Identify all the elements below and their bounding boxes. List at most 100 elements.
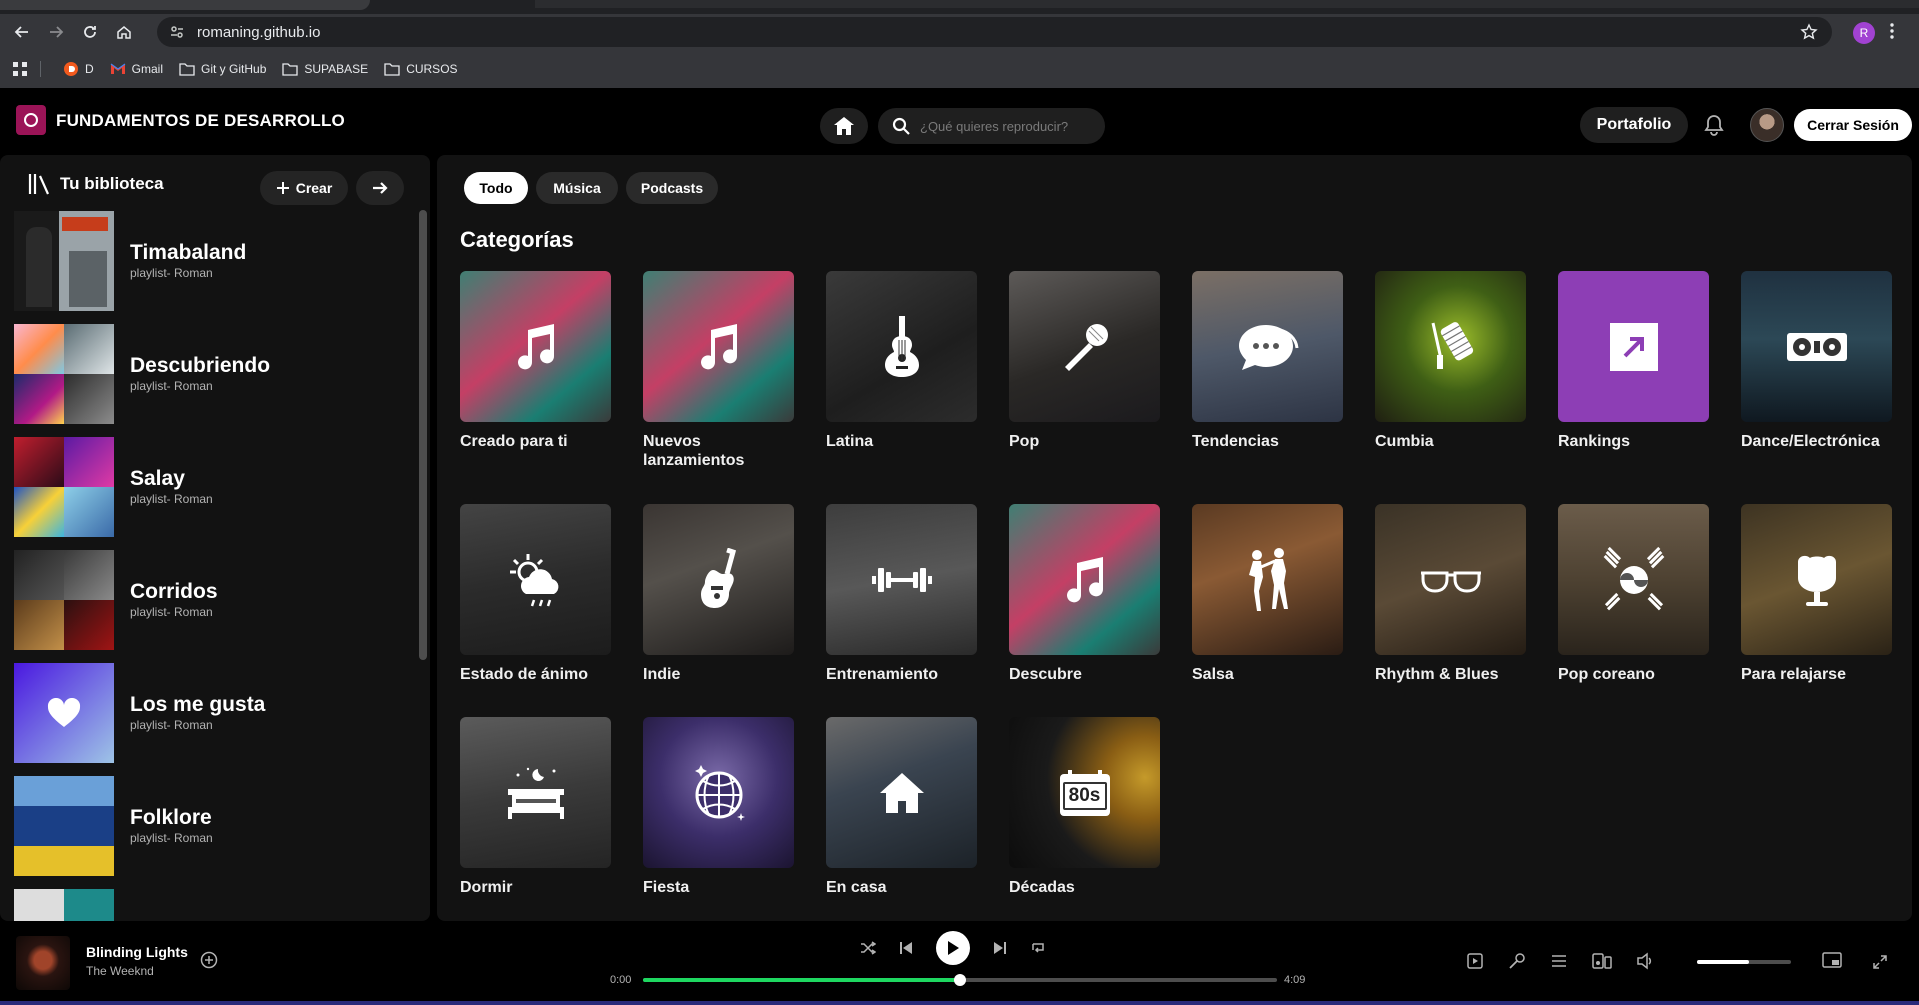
category-card[interactable]: Cumbia: [1375, 271, 1526, 451]
category-card[interactable]: Pop: [1009, 271, 1160, 451]
now-playing-title[interactable]: Blinding Lights: [86, 944, 188, 960]
filter-chip-podcasts[interactable]: Podcasts: [626, 172, 718, 204]
browser-tab-inactive[interactable]: [535, 0, 1919, 8]
category-card[interactable]: Salsa: [1192, 504, 1343, 684]
egg-chair-icon: [1797, 555, 1836, 606]
playlist-item[interactable]: Timabaland playlist- Roman: [14, 211, 414, 311]
browser-profile-avatar[interactable]: R: [1853, 22, 1875, 44]
plus-icon: [276, 182, 289, 194]
reload-icon[interactable]: [73, 15, 107, 49]
search-bar[interactable]: [878, 108, 1105, 144]
category-card[interactable]: Latina: [826, 271, 977, 451]
music-note-icon: [1066, 556, 1103, 602]
apps-grid-icon[interactable]: [12, 61, 47, 77]
home-browser-icon[interactable]: [107, 15, 141, 49]
playlist-item[interactable]: Folklore playlist- Roman: [14, 776, 414, 876]
app-logo[interactable]: [16, 105, 46, 135]
weather-icon: [509, 553, 558, 606]
bookmark-gmail[interactable]: Gmail: [110, 62, 163, 76]
category-card[interactable]: Creado para ti: [460, 271, 611, 451]
fullscreen-icon[interactable]: [1872, 954, 1888, 970]
user-avatar[interactable]: [1750, 108, 1784, 142]
disco-ball-icon: [694, 764, 745, 821]
filter-chip-todo[interactable]: Todo: [464, 172, 528, 204]
now-playing-artist[interactable]: The Weeknd: [86, 964, 154, 978]
category-card[interactable]: Descubre: [1009, 504, 1160, 684]
connect-device-icon[interactable]: [1592, 952, 1612, 970]
home-button[interactable]: [820, 108, 868, 144]
playlist-name: Los me gusta: [130, 693, 266, 716]
sidebar-scrollbar[interactable]: [419, 210, 427, 660]
turntable-icon: [1786, 332, 1847, 361]
url-text[interactable]: romaning.github.io: [197, 24, 320, 41]
playlist-owner: playlist- Roman: [130, 492, 213, 506]
bell-icon[interactable]: [1704, 114, 1724, 136]
address-bar[interactable]: romaning.github.io: [157, 17, 1832, 47]
now-playing-cover[interactable]: [16, 936, 70, 990]
category-label: Dance/Electrónica: [1741, 433, 1880, 450]
back-icon[interactable]: [5, 15, 39, 49]
volume-fill: [1697, 960, 1749, 964]
category-card[interactable]: Rankings: [1558, 271, 1709, 451]
bookmark-star-icon[interactable]: [1800, 23, 1818, 41]
library-header[interactable]: Tu biblioteca: [28, 173, 164, 195]
bookmark-git-y-github[interactable]: Git y GitHub: [179, 62, 266, 76]
miniplayer-icon[interactable]: [1822, 952, 1842, 968]
category-label: Estado de ánimo: [460, 666, 589, 683]
category-card[interactable]: 80s Décadas: [1009, 717, 1160, 897]
previous-track-icon[interactable]: [898, 940, 914, 956]
category-card[interactable]: Pop coreano: [1558, 504, 1709, 684]
category-card[interactable]: Dormir: [460, 717, 611, 897]
playlist-cover: [14, 437, 114, 537]
volume-icon[interactable]: [1636, 952, 1654, 970]
add-to-library-icon[interactable]: [200, 951, 218, 969]
home-icon: [834, 117, 854, 135]
category-card[interactable]: Para relajarse: [1741, 504, 1892, 684]
category-card[interactable]: Tendencias: [1192, 271, 1343, 451]
expand-library-button[interactable]: [356, 171, 404, 205]
volume-slider[interactable]: [1697, 960, 1791, 964]
forward-icon[interactable]: [39, 15, 73, 49]
playlist-item[interactable]: Descubriendo playlist- Roman: [14, 324, 414, 424]
category-card[interactable]: Rhythm & Blues: [1375, 504, 1526, 684]
browser-menu-icon[interactable]: [1890, 22, 1894, 40]
playlist-item[interactable]: Salay playlist- Roman: [14, 437, 414, 537]
category-label: Descubre: [1009, 666, 1082, 683]
progress-bar[interactable]: [643, 974, 1277, 986]
next-track-icon[interactable]: [992, 940, 1008, 956]
category-card[interactable]: Indie: [643, 504, 794, 684]
now-playing-view-icon[interactable]: [1466, 952, 1484, 970]
main-content: Todo Música Podcasts Categorías Creado p…: [437, 155, 1912, 921]
bookmark-cursos[interactable]: CURSOS: [384, 62, 458, 76]
logout-button[interactable]: Cerrar Sesión: [1794, 109, 1912, 141]
category-card[interactable]: En casa: [826, 717, 977, 897]
bookmark-supabase[interactable]: SUPABASE: [282, 62, 368, 76]
play-button[interactable]: [936, 931, 970, 965]
search-icon: [892, 117, 910, 135]
shuffle-icon[interactable]: [860, 940, 876, 956]
category-card[interactable]: Fiesta: [643, 717, 794, 897]
bookmark-d[interactable]: D: [63, 61, 94, 77]
create-button[interactable]: Crear: [260, 171, 348, 205]
search-input[interactable]: [920, 118, 1100, 134]
category-card[interactable]: Estado de ánimo: [460, 504, 611, 684]
playlist-item[interactable]: Los me gusta playlist- Roman: [14, 663, 414, 763]
category-card[interactable]: Entrenamiento: [826, 504, 977, 684]
category-card[interactable]: Dance/Electrónica: [1741, 271, 1892, 451]
brave-favicon-icon: [64, 62, 78, 76]
folder-icon: [282, 63, 299, 76]
microphone-lyrics-icon[interactable]: [1508, 952, 1526, 970]
filter-chip-musica[interactable]: Música: [536, 172, 618, 204]
queue-icon[interactable]: [1550, 952, 1568, 970]
bookmarks-bar: D Gmail Git y GitHub SUPABASE CURSOS: [0, 50, 1919, 88]
browser-tab[interactable]: [0, 0, 370, 10]
repeat-icon[interactable]: [1030, 940, 1046, 956]
progress-handle[interactable]: [954, 974, 966, 986]
play-icon: [948, 941, 959, 955]
playlist-name: Corridos: [130, 580, 218, 603]
playlist-item-partial[interactable]: [14, 889, 414, 921]
playlist-item[interactable]: Corridos playlist- Roman: [14, 550, 414, 650]
category-card[interactable]: Nuevos lanzamientos: [643, 271, 794, 470]
portfolio-button[interactable]: Portafolio: [1580, 107, 1688, 143]
site-info-icon[interactable]: [169, 24, 185, 40]
